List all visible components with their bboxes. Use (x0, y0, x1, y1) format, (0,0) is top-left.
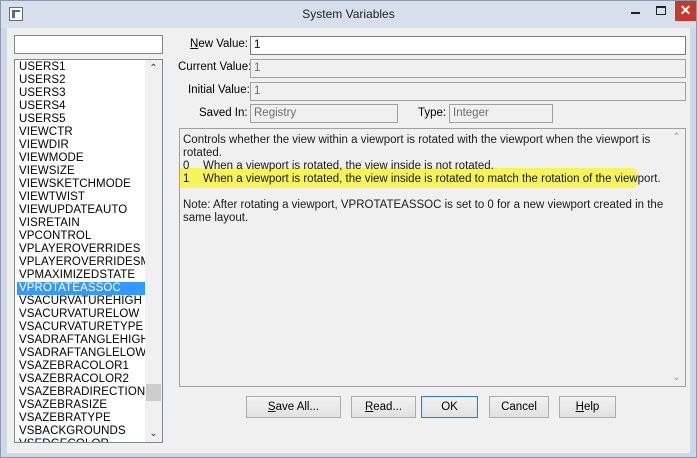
cancel-button[interactable]: Cancel (489, 396, 549, 418)
list-item[interactable]: VISRETAIN (17, 217, 145, 230)
list-item[interactable]: VIEWSIZE (17, 165, 145, 178)
help-button[interactable]: Help (559, 396, 616, 418)
list-item[interactable]: VPCONTROL (17, 230, 145, 243)
title-bar[interactable]: System Variables ✕ (1, 1, 696, 28)
list-item[interactable]: VSAZEBRASIZE (17, 399, 145, 412)
list-item[interactable]: VPLAYEROVERRIDESMODE (17, 256, 145, 269)
list-item[interactable]: VSADRAFTANGLEHIGH (17, 334, 145, 347)
option-text-0: When a viewport is rotated, the view ins… (203, 160, 494, 172)
current-value-label: Current Value: (178, 61, 252, 73)
list-item[interactable]: VSACURVATUREHIGH (17, 295, 145, 308)
minimize-button[interactable] (622, 1, 648, 21)
list-item[interactable]: VSAZEBRADIRECTION (17, 386, 145, 399)
list-item[interactable]: USERS4 (17, 100, 145, 113)
type-field: Integer (449, 104, 553, 123)
saved-in-label: Saved In: (199, 107, 248, 119)
new-value-label: New Value: (190, 38, 248, 50)
list-item[interactable]: VIEWDIR (17, 139, 145, 152)
close-button[interactable]: ✕ (675, 1, 696, 21)
list-item[interactable]: VPLAYEROVERRIDES (17, 243, 145, 256)
variable-list-items: USERS1 USERS2 USERS3 USERS4 USERS5 VIEWCTR VIE… (17, 61, 145, 442)
list-item[interactable]: USERS2 (17, 74, 145, 87)
description-scroll-up-icon[interactable]: ⌃ (668, 129, 685, 146)
scroll-down-icon[interactable]: ⌄ (145, 425, 162, 442)
option-row-1: 1 When a viewport is rotated, the view in… (183, 173, 663, 186)
list-item[interactable]: VSAZEBRACOLOR2 (17, 373, 145, 386)
list-item[interactable]: USERS5 (17, 113, 145, 126)
list-item[interactable]: USERS1 (17, 61, 145, 74)
system-variables-window: System Variables ✕ USERS1 USERS2 USERS3 USE… (0, 0, 697, 458)
list-item[interactable]: VIEWSKETCHMODE (17, 178, 145, 191)
list-item[interactable]: VPROTATEASSOC (17, 282, 145, 295)
option-row-0: 0 When a viewport is rotated, the view in… (183, 160, 663, 173)
list-item[interactable]: VSBACKGROUNDS (17, 425, 145, 438)
list-item[interactable]: VPMAXIMIZEDSTATE (17, 269, 145, 282)
list-item[interactable]: VIEWMODE (17, 152, 145, 165)
ok-button[interactable]: OK (421, 396, 478, 418)
list-item[interactable]: VSEDGECOLOR (17, 438, 145, 442)
option-value-0: 0 (183, 160, 190, 172)
type-label: Type: (418, 107, 447, 119)
list-item[interactable]: VIEWCTR (17, 126, 145, 139)
saved-in-field: Registry (250, 104, 398, 123)
option-value-1: 1 (183, 173, 190, 185)
list-item[interactable]: VSADRAFTANGLELOW (17, 347, 145, 360)
description-summary: Controls whether the view within a viewp… (183, 134, 651, 159)
close-icon: ✕ (679, 2, 692, 18)
list-item[interactable]: VSACURVATURETYPE (17, 321, 145, 334)
save-all-button[interactable]: Save All... (246, 396, 341, 418)
variable-list[interactable]: USERS1 USERS2 USERS3 USERS4 USERS5 VIEWCTR VIE… (14, 59, 163, 443)
new-value-input[interactable]: 1 (250, 36, 686, 55)
search-input[interactable] (14, 35, 163, 54)
variable-list-scrollbar[interactable]: ⌃ ⌄ (145, 60, 162, 442)
description-scrollbar[interactable]: ⌃ ⌄ (668, 129, 685, 386)
scrollbar-thumb[interactable] (146, 384, 161, 401)
maximize-button[interactable] (648, 1, 675, 21)
option-text-1: When a viewport is rotated, the view ins… (203, 173, 661, 185)
window-title: System Variables (302, 7, 395, 21)
list-item[interactable]: VIEWUPDATEAUTO (17, 204, 145, 217)
read-button[interactable]: Read... (351, 396, 416, 418)
list-item[interactable]: VSAZEBRATYPE (17, 412, 145, 425)
initial-value-label: Initial Value: (188, 84, 250, 96)
list-item[interactable]: VIEWTWIST (17, 191, 145, 204)
description-panel[interactable]: Controls whether the view within a viewp… (179, 128, 686, 387)
initial-value-field: 1 (250, 82, 686, 101)
dialog-body: USERS1 USERS2 USERS3 USERS4 USERS5 VIEWCTR VIE… (7, 28, 690, 453)
description-note: Note: After rotating a viewport, VPROTAT… (183, 199, 664, 224)
description-scroll-down-icon[interactable]: ⌄ (668, 369, 685, 386)
list-item[interactable]: USERS3 (17, 87, 145, 100)
current-value-field: 1 (250, 59, 686, 78)
list-item[interactable]: VSACURVATURELOW (17, 308, 145, 321)
list-item[interactable]: VSAZEBRACOLOR1 (17, 360, 145, 373)
scroll-up-icon[interactable]: ⌃ (145, 60, 162, 77)
